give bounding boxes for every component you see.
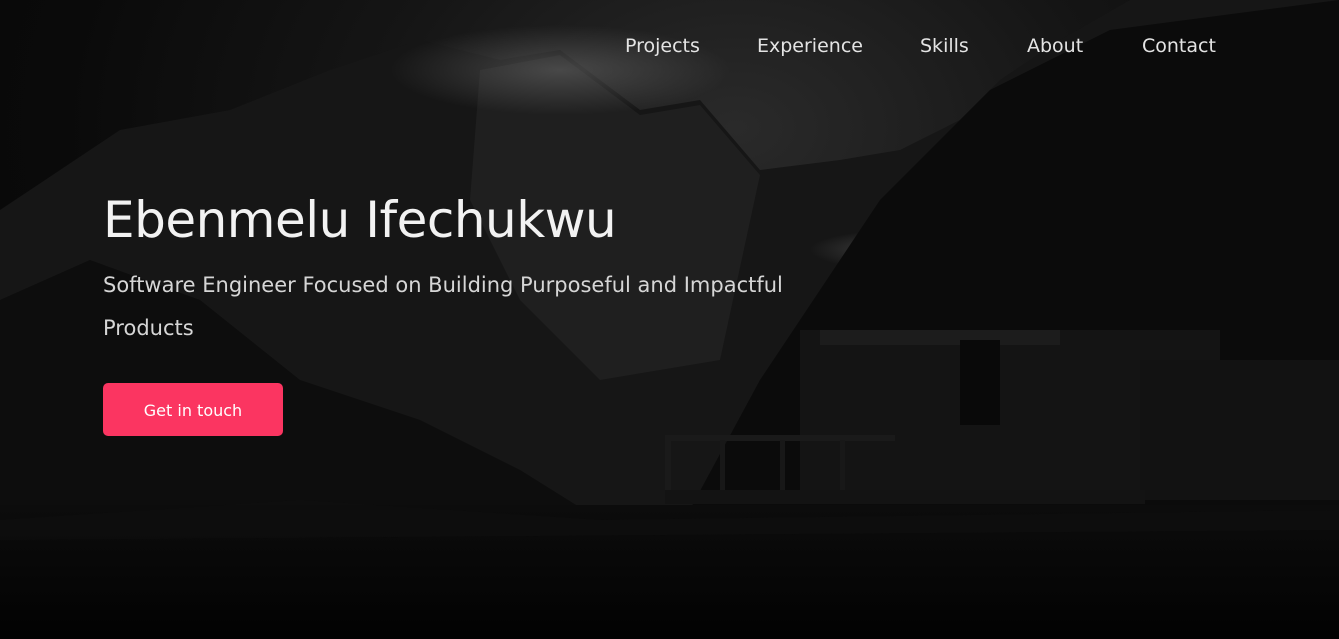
hero-tagline: Software Engineer Focused on Building Pu… [103, 273, 783, 340]
nav-link-about[interactable]: About [1027, 30, 1083, 62]
hero-name-heading: Ebenmelu Ifechukwu [103, 191, 617, 249]
hero-section: Projects Experience Skills About Contact… [0, 0, 1339, 639]
main-navigation: Projects Experience Skills About Contact [0, 30, 1339, 62]
nav-link-contact[interactable]: Contact [1142, 30, 1216, 62]
nav-link-skills[interactable]: Skills [920, 30, 969, 62]
get-in-touch-button[interactable]: Get in touch [103, 383, 283, 436]
nav-link-projects[interactable]: Projects [625, 30, 700, 62]
nav-link-experience[interactable]: Experience [757, 30, 863, 62]
